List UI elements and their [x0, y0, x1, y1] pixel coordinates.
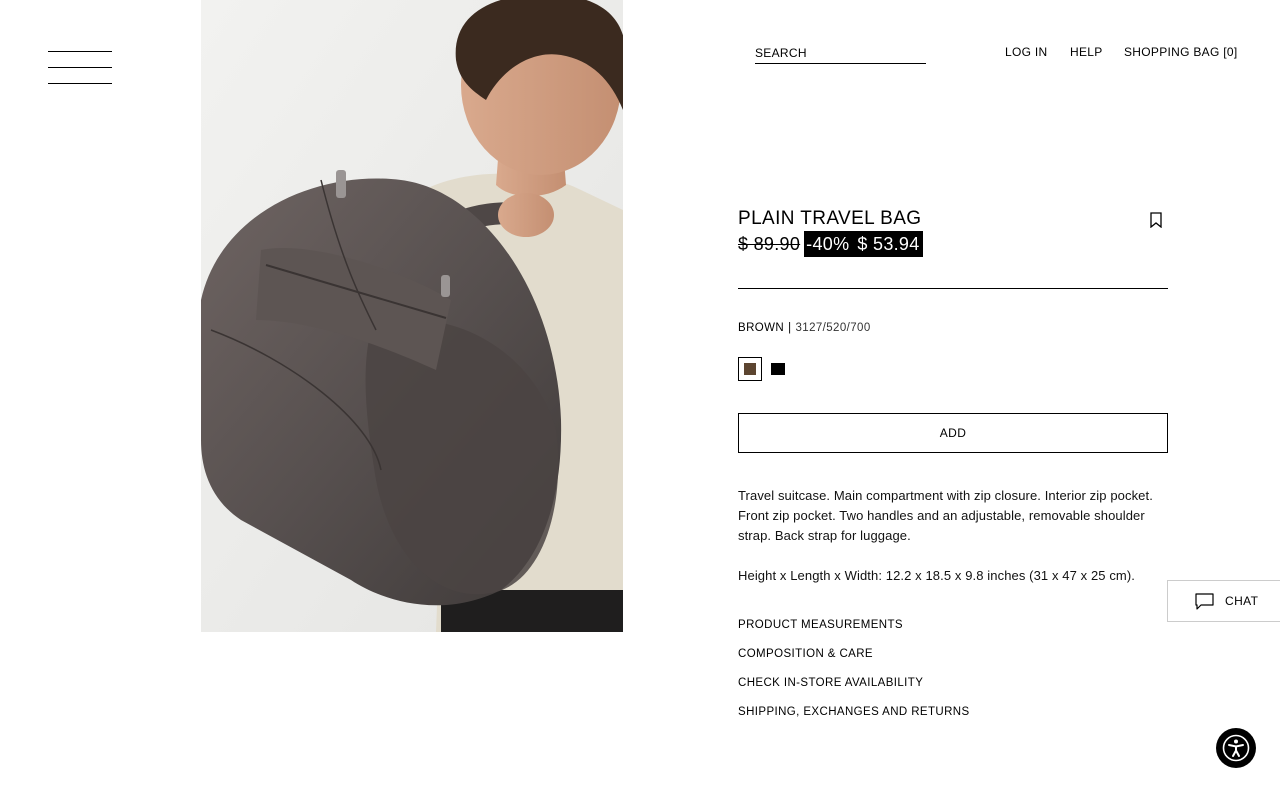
chat-button[interactable]: CHAT: [1167, 580, 1280, 622]
original-price: $ 89.90: [738, 233, 801, 254]
menu-line: [48, 83, 112, 84]
divider: [738, 288, 1168, 289]
product-dimensions: Height x Length x Width: 12.2 x 18.5 x 9…: [738, 568, 1136, 583]
shopping-bag-link[interactable]: SHOPPING BAG [0]: [1124, 45, 1238, 59]
product-title: PLAIN TRAVEL BAG: [738, 208, 922, 229]
store-availability-link[interactable]: CHECK IN-STORE AVAILABILITY: [738, 677, 923, 689]
shipping-returns-link[interactable]: SHIPPING, EXCHANGES AND RETURNS: [738, 706, 970, 718]
separator: |: [788, 322, 792, 334]
add-to-bag-button[interactable]: ADD: [738, 413, 1168, 453]
chat-bubble-icon: [1195, 592, 1214, 610]
search-bar[interactable]: [755, 44, 926, 64]
menu-line: [48, 51, 112, 52]
help-link[interactable]: HELP: [1070, 45, 1103, 59]
chat-label: CHAT: [1225, 594, 1259, 608]
product-description: Travel suitcase. Main compartment with z…: [738, 488, 1153, 543]
product-photo-illustration: [201, 0, 623, 632]
bookmark-icon[interactable]: [1149, 212, 1163, 229]
search-input[interactable]: [755, 44, 926, 62]
color-name: BROWN: [738, 322, 785, 334]
swatch-fill: [744, 363, 756, 375]
color-swatch-black[interactable]: [771, 363, 785, 375]
sale-price: $ 53.94: [857, 233, 920, 254]
price-row: $ 89.90 -40% $ 53.94: [738, 231, 923, 257]
color-swatch-brown[interactable]: [738, 357, 762, 381]
hamburger-menu-icon[interactable]: [48, 51, 112, 85]
product-reference: 3127/520/700: [795, 322, 871, 334]
sale-price-badge: -40% $ 53.94: [804, 231, 923, 257]
login-link[interactable]: LOG IN: [1005, 45, 1047, 59]
menu-line: [48, 67, 112, 68]
product-image[interactable]: [201, 0, 623, 632]
color-reference: BROWN | 3127/520/700: [738, 322, 871, 334]
discount-percent: -40%: [806, 233, 850, 254]
composition-care-link[interactable]: COMPOSITION & CARE: [738, 648, 873, 660]
accessibility-icon[interactable]: [1216, 728, 1256, 768]
product-measurements-link[interactable]: PRODUCT MEASUREMENTS: [738, 619, 903, 631]
